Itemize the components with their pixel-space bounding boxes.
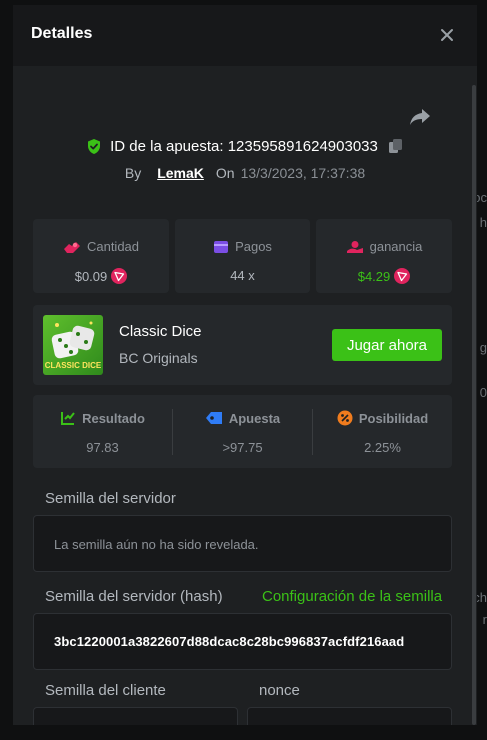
server-hash-value: 3bc1220001a3822607d88dcac8c28bc996837acf… [54,634,405,649]
profit-stat: ganancia $4.29 [316,219,452,293]
modal-header: Detalles [13,5,477,66]
amount-value: $0.09 [74,268,108,284]
chance-column: Posibilidad 2.25% [313,395,452,468]
bet-value: >97.75 [222,440,263,455]
chance-label: Posibilidad [358,410,429,426]
game-name: Classic Dice [119,323,202,340]
bet-details-modal: Detalles ID de la apuesta: 1235958916249… [13,5,477,725]
scrollbar[interactable] [472,85,476,725]
result-column: Resultado 97.83 [33,395,172,468]
modal-title: Detalles [31,25,93,42]
share-icon[interactable] [409,107,431,127]
play-now-button[interactable]: Jugar ahora [332,329,442,361]
result-box: Resultado 97.83 Apuesta >97.75 Posibilid… [33,395,452,468]
result-label: Resultado [82,410,145,426]
game-provider: BC Originals [119,350,198,366]
server-hash-label: Semilla del servidor (hash) [45,588,223,605]
shield-check-icon [88,139,101,154]
bet-date: 13/3/2023, 17:37:38 [240,165,366,181]
nonce-label: nonce [259,682,300,699]
client-seed-label: Semilla del cliente [45,682,166,699]
server-hash-field[interactable]: 3bc1220001a3822607d88dcac8c28bc996837acf… [33,613,452,670]
bet-author-row: By LemaK On 13/3/2023, 17:37:38 [13,165,477,181]
bet-id: ID de la apuesta: 123595891624903033 [110,138,378,155]
payout-label: Pagos [235,239,272,254]
profit-value: $4.29 [357,268,391,284]
bet-label: Apuesta [228,410,281,426]
result-icon [61,412,75,425]
chance-icon [337,410,353,426]
on-label: On [215,165,235,181]
game-card: CLASSIC DICE Classic Dice BC Originals J… [33,305,452,385]
game-thumbnail[interactable]: CLASSIC DICE [43,315,103,375]
amount-label: Cantidad [86,239,140,254]
background-text-4: 0 [479,385,487,400]
tron-coin-icon [111,268,128,284]
amount-stat: Cantidad $0.09 [33,219,169,293]
seed-config-link[interactable]: Configuración de la semilla [262,588,442,605]
payout-stat: Pagos 44 x [175,219,310,293]
server-seed-label: Semilla del servidor [45,490,176,507]
client-seed-field[interactable] [33,707,238,725]
user-link[interactable]: LemaK [157,165,204,181]
bet-id-row: ID de la apuesta: 123595891624903033 [13,138,477,155]
server-seed-field[interactable]: La semilla aún no ha sido revelada. [33,515,452,572]
game-thumb-text: CLASSIC DICE [44,361,102,370]
chance-value: 2.25% [364,440,401,455]
background-text-3: g [479,340,487,355]
result-value: 97.83 [86,440,119,455]
background-text-6: r [482,612,487,627]
by-label: By [124,165,142,181]
server-seed-value: La semilla aún no ha sido revelada. [54,537,259,552]
wallet-icon [214,240,229,253]
copy-icon[interactable] [388,138,404,155]
payout-value: 44 x [230,268,255,283]
profit-label: ganancia [369,239,423,254]
background-text-2: h [479,215,487,230]
nonce-field[interactable] [247,707,452,725]
profit-icon [346,240,363,253]
wager-icon [63,241,80,253]
close-icon[interactable] [439,27,455,43]
tron-coin-icon [394,268,411,284]
bet-column: Apuesta >97.75 [173,395,312,468]
bet-tag-icon [205,412,222,424]
